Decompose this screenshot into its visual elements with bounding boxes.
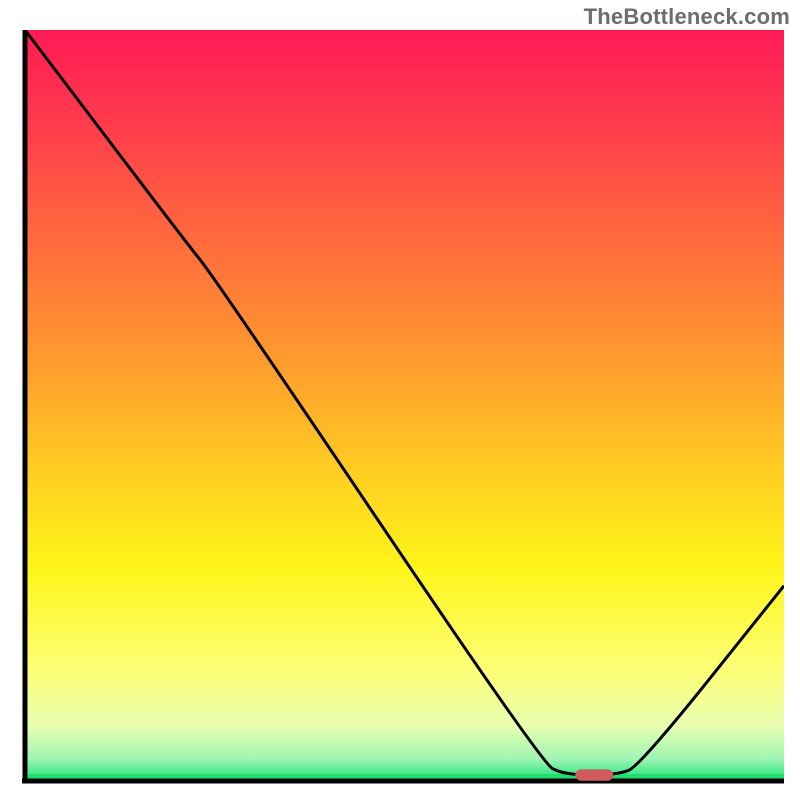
chart-plot: [22, 30, 784, 784]
optimal-marker: [575, 769, 613, 780]
plot-background: [25, 30, 784, 778]
chart-container: TheBottleneck.com: [0, 0, 800, 800]
watermark-text: TheBottleneck.com: [584, 4, 790, 30]
